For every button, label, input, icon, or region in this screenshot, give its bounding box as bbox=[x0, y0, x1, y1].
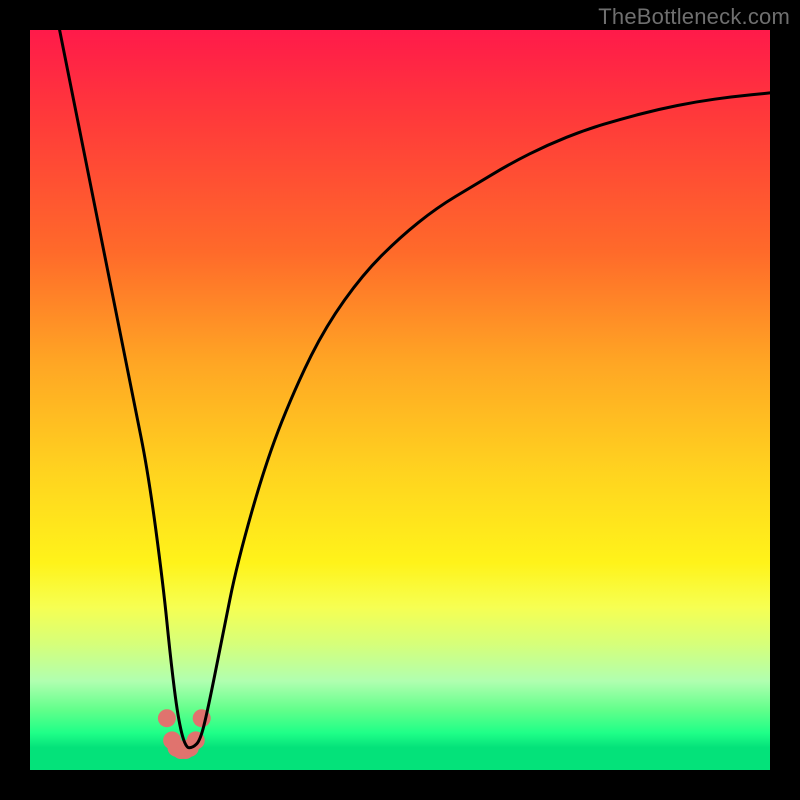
chart-frame: TheBottleneck.com bbox=[0, 0, 800, 800]
valley-marker bbox=[158, 709, 176, 727]
plot-area bbox=[30, 30, 770, 770]
bottleneck-curve bbox=[30, 30, 770, 770]
watermark-text: TheBottleneck.com bbox=[598, 4, 790, 30]
